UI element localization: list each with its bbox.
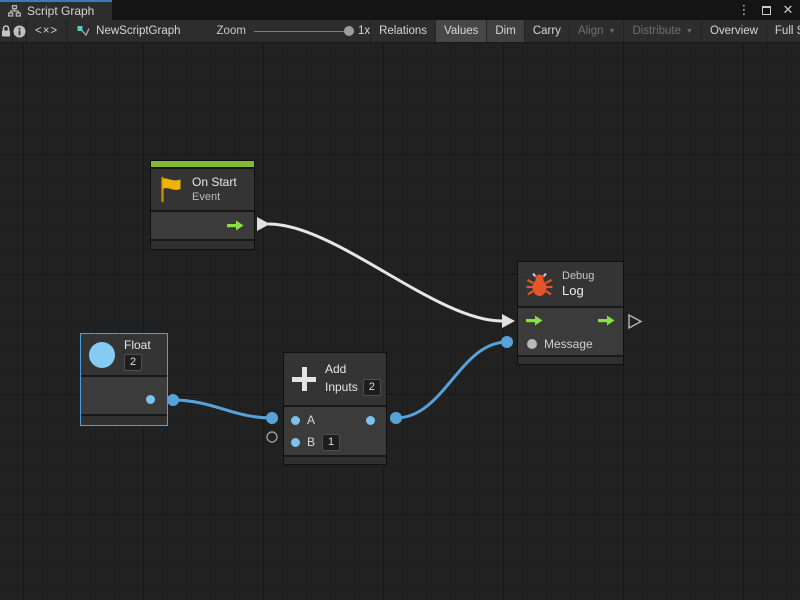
unconnected-port-ring[interactable] <box>267 432 277 442</box>
float-output-port[interactable] <box>146 395 155 404</box>
node-category: Debug <box>562 269 594 283</box>
node-add[interactable]: Add Inputs 2 A B 1 <box>283 352 387 465</box>
node-debug-log[interactable]: Debug Log Message <box>517 261 624 365</box>
node-title: Add <box>325 362 381 377</box>
flag-icon <box>159 176 183 203</box>
node-title: Log <box>562 283 594 299</box>
close-icon[interactable]: ✕ <box>780 2 796 18</box>
inputs-count-input[interactable]: 2 <box>363 379 381 396</box>
graph-hierarchy-icon <box>8 5 21 17</box>
node-on-start[interactable]: On Start Event <box>150 160 255 250</box>
window-controls: ⋮ ✕ <box>736 0 796 20</box>
relations-button[interactable]: Relations <box>370 20 436 42</box>
distribute-button[interactable]: Distribute ▼ <box>624 20 702 42</box>
wire-endpoint <box>390 412 402 424</box>
graph-toolbar: <×> NewScriptGraph Zoom 1x Relations Val… <box>0 20 800 43</box>
message-input-port[interactable] <box>527 339 537 349</box>
tab-bar: Script Graph ⋮ ✕ <box>0 0 800 20</box>
input-a-port[interactable] <box>291 416 300 425</box>
zoom-value: 1x <box>358 25 370 37</box>
b-value-input[interactable]: 1 <box>322 434 340 451</box>
tab-script-graph[interactable]: Script Graph <box>0 0 112 20</box>
node-footer <box>284 457 386 464</box>
chevron-down-icon: ▼ <box>609 28 616 35</box>
graph-name-label[interactable]: NewScriptGraph <box>67 20 190 42</box>
dim-button[interactable]: Dim <box>487 20 524 42</box>
full-screen-button[interactable]: Full S <box>767 20 800 42</box>
wire-endpoint <box>167 394 179 406</box>
graph-asset-icon <box>77 25 90 38</box>
event-accent-bar <box>151 161 254 167</box>
lock-button[interactable] <box>0 20 13 42</box>
maximize-icon[interactable] <box>758 2 774 18</box>
zoom-control: Zoom 1x <box>217 20 371 42</box>
flow-output-port[interactable] <box>598 315 615 326</box>
node-footer <box>151 241 254 249</box>
carry-button[interactable]: Carry <box>525 20 570 42</box>
code-preview-button[interactable]: <×> <box>27 20 67 42</box>
value-wire-float-to-add[interactable] <box>173 400 272 418</box>
value-wire-add-to-message[interactable] <box>396 342 507 418</box>
info-icon <box>13 25 26 38</box>
node-title: Float <box>124 338 151 353</box>
input-b-port[interactable] <box>291 438 300 447</box>
graph-name-text: NewScriptGraph <box>96 25 180 37</box>
port-label-a: A <box>307 413 315 427</box>
zoom-label: Zoom <box>217 25 246 37</box>
flow-wire-start-arrow <box>257 217 270 231</box>
node-float[interactable]: Float 2 <box>80 333 168 426</box>
plus-icon <box>292 367 316 391</box>
zoom-slider[interactable] <box>254 31 350 32</box>
lock-icon <box>0 25 12 38</box>
node-subtitle: Event <box>192 190 237 204</box>
toolbar-toggles: Relations Values Dim Carry Align ▼ Distr… <box>370 20 800 42</box>
graph-canvas[interactable]: On Start Event <box>0 43 800 600</box>
distribute-label: Distribute <box>632 25 681 37</box>
flow-output-port[interactable] <box>227 220 244 231</box>
float-icon <box>89 342 115 368</box>
chevron-down-icon: ▼ <box>686 28 693 35</box>
wire-endpoint <box>501 336 513 348</box>
node-footer <box>81 416 167 425</box>
float-value-input[interactable]: 2 <box>124 354 142 371</box>
overview-button[interactable]: Overview <box>702 20 767 42</box>
zoom-slider-thumb[interactable] <box>344 26 354 36</box>
flow-wire-onstart-to-log[interactable] <box>269 224 502 321</box>
port-label-message: Message <box>544 337 593 351</box>
wire-endpoint <box>266 412 278 424</box>
bug-icon <box>526 271 553 298</box>
menu-icon[interactable]: ⋮ <box>736 2 752 18</box>
align-button[interactable]: Align ▼ <box>570 20 625 42</box>
unconnected-flow-output-triangle[interactable] <box>629 315 641 328</box>
values-button[interactable]: Values <box>436 20 487 42</box>
sum-output-port[interactable] <box>366 416 375 425</box>
align-label: Align <box>578 25 604 37</box>
flow-wire-end-arrow <box>502 314 515 328</box>
port-label-b: B <box>307 435 315 449</box>
tab-label: Script Graph <box>27 4 94 18</box>
script-graph-window: Script Graph ⋮ ✕ <×> NewScriptGraph <box>0 0 800 600</box>
info-button[interactable] <box>13 20 27 42</box>
flow-input-port[interactable] <box>526 315 543 326</box>
node-title: On Start <box>192 175 237 190</box>
inputs-label: Inputs <box>325 380 358 395</box>
node-footer <box>518 357 623 364</box>
wire-layer <box>0 43 800 600</box>
